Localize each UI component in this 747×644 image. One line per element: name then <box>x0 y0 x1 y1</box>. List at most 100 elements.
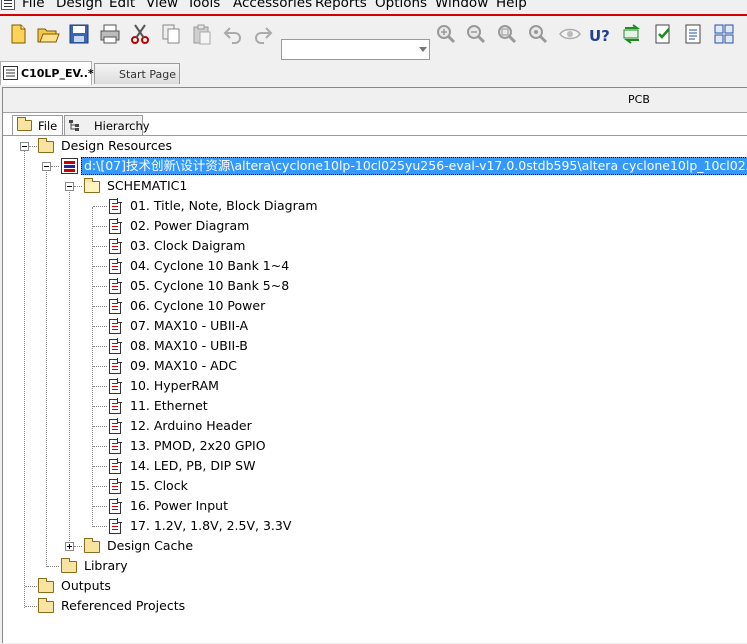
tree-item-page[interactable]: 07. MAX10 - UBII-A <box>3 316 343 336</box>
tab-file[interactable]: File <box>12 115 63 135</box>
project-path: d:\[07]技术创新\设计资源\altera\cyclone10lp-10cl… <box>81 157 747 175</box>
tree-label: 05. Cyclone 10 Bank 5~8 <box>130 278 290 293</box>
tab-label: Hierarchy <box>94 119 150 133</box>
app-icon[interactable] <box>1 0 15 10</box>
tree-item-library[interactable]: Library <box>3 556 203 576</box>
open-icon[interactable] <box>36 22 60 46</box>
menu-options[interactable]: Options <box>375 0 427 11</box>
folder-icon <box>38 598 54 613</box>
cut-icon[interactable] <box>128 22 152 46</box>
folder-icon <box>38 138 54 153</box>
swap-icon[interactable] <box>620 22 644 46</box>
tree-item-page[interactable]: 04. Cyclone 10 Bank 1~4 <box>3 256 343 276</box>
tree-item-page[interactable]: 09. MAX10 - ADC <box>3 356 343 376</box>
paste-icon[interactable] <box>190 22 214 46</box>
new-icon[interactable] <box>6 22 30 46</box>
tree-label: 02. Power Diagram <box>130 218 250 233</box>
schematic-page-icon <box>109 418 122 434</box>
tree-line <box>25 586 37 587</box>
copy-icon[interactable] <box>159 22 183 46</box>
tab-start-page[interactable]: Start Page <box>94 63 180 84</box>
checklist-icon[interactable] <box>651 22 675 46</box>
menu-design[interactable]: Design <box>56 0 103 11</box>
toolbar-combo[interactable] <box>281 39 430 60</box>
tree-item-page[interactable]: 14. LED, PB, DIP SW <box>3 456 343 476</box>
tree-line <box>93 286 107 287</box>
schematic-page-icon <box>109 478 122 494</box>
tree-label: 13. PMOD, 2x20 GPIO <box>130 438 266 453</box>
eye-icon[interactable] <box>558 22 582 46</box>
schematic-page-icon <box>109 458 122 474</box>
menu-edit[interactable]: Edit <box>109 0 135 11</box>
tree-line <box>29 146 37 147</box>
tree-label: 14. LED, PB, DIP SW <box>130 458 256 473</box>
expand-toggle[interactable] <box>65 542 74 551</box>
tree-item-page[interactable]: 13. PMOD, 2x20 GPIO <box>3 436 343 456</box>
tree-item-page[interactable]: 08. MAX10 - UBII-B <box>3 336 343 356</box>
folder-icon <box>38 578 54 593</box>
undo-icon[interactable] <box>221 22 245 46</box>
zoom-area-icon[interactable] <box>495 22 519 46</box>
tab-hierarchy[interactable]: Hierarchy <box>64 115 150 135</box>
tree-item-outputs[interactable]: Outputs <box>3 576 203 596</box>
help-icon[interactable]: U? <box>588 22 612 46</box>
menu-window[interactable]: Window <box>435 0 488 11</box>
redo-icon[interactable] <box>251 22 275 46</box>
tree-item-project[interactable]: d:\[07]技术创新\设计资源\altera\cyclone10lp-10cl… <box>3 156 747 176</box>
schematic-page-icon <box>109 318 122 334</box>
chevron-down-icon[interactable] <box>419 47 427 52</box>
tab-label: File <box>38 119 58 133</box>
zoom-all-icon[interactable] <box>526 22 550 46</box>
folder-icon <box>17 117 32 131</box>
tree-item-page[interactable]: 02. Power Diagram <box>3 216 343 236</box>
tree-label: 16. Power Input <box>130 498 228 513</box>
tree-label: 07. MAX10 - UBII-A <box>130 318 248 333</box>
tree-label: 06. Cyclone 10 Power <box>130 298 266 313</box>
collapse-toggle[interactable] <box>65 182 74 191</box>
tree-item-page[interactable]: 12. Arduino Header <box>3 416 343 436</box>
tree-item-page[interactable]: 16. Power Input <box>3 496 343 516</box>
collapse-toggle[interactable] <box>42 162 51 171</box>
tree-item-page[interactable]: 17. 1.2V, 1.8V, 2.5V, 3.3V <box>3 516 343 536</box>
tree-item-page[interactable]: 11. Ethernet <box>3 396 343 416</box>
tree-item-design-resources[interactable]: Design Resources <box>3 136 203 156</box>
tree-item-schematic[interactable]: SCHEMATIC1 <box>3 176 223 196</box>
tree-label: 15. Clock <box>130 478 188 493</box>
open-folder-icon <box>84 178 100 193</box>
tree-label: 03. Clock Daigram <box>130 238 246 253</box>
collapse-toggle[interactable] <box>20 142 29 151</box>
document-icon[interactable] <box>681 22 705 46</box>
tree-item-page[interactable]: 15. Clock <box>3 476 343 496</box>
tree-line <box>93 446 107 447</box>
tree-item-page[interactable]: 01. Title, Note, Block Diagram <box>3 196 343 216</box>
tree-item-page[interactable]: 05. Cyclone 10 Bank 5~8 <box>3 276 343 296</box>
tree-line <box>25 606 37 607</box>
menu-accessories[interactable]: Accessories <box>233 0 312 11</box>
tree-label: Referenced Projects <box>61 598 186 613</box>
menu-help[interactable]: Help <box>496 0 527 11</box>
menu-view[interactable]: View <box>146 0 178 11</box>
tree-item-page[interactable]: 06. Cyclone 10 Power <box>3 296 343 316</box>
schematic-page-icon <box>109 198 122 214</box>
menu-reports[interactable]: Reports <box>315 0 367 11</box>
menu-tools[interactable]: Tools <box>187 0 220 11</box>
tree-item-page[interactable]: 10. HyperRAM <box>3 376 343 396</box>
tree-label: 08. MAX10 - UBII-B <box>130 338 248 353</box>
tree-item-design-cache[interactable]: Design Cache <box>3 536 223 556</box>
tab-c10lp-project[interactable]: C10LP_EV..* <box>0 61 94 85</box>
zoom-out-icon[interactable] <box>464 22 488 46</box>
tree-line <box>74 186 82 187</box>
print-icon[interactable] <box>98 22 122 46</box>
grid-icon[interactable] <box>712 22 736 46</box>
tab-label: Start Page <box>119 68 176 81</box>
svg-text:U?: U? <box>589 27 610 45</box>
tree-item-referenced-projects[interactable]: Referenced Projects <box>3 596 223 616</box>
menu-file[interactable]: File <box>22 0 45 11</box>
tree-label: 01. Title, Note, Block Diagram <box>130 198 318 213</box>
zoom-in-icon[interactable] <box>434 22 458 46</box>
save-icon[interactable] <box>67 22 91 46</box>
folder-icon <box>61 558 77 573</box>
tree-line <box>74 546 82 547</box>
tree-item-page[interactable]: 03. Clock Daigram <box>3 236 343 256</box>
schematic-page-icon <box>109 218 122 234</box>
